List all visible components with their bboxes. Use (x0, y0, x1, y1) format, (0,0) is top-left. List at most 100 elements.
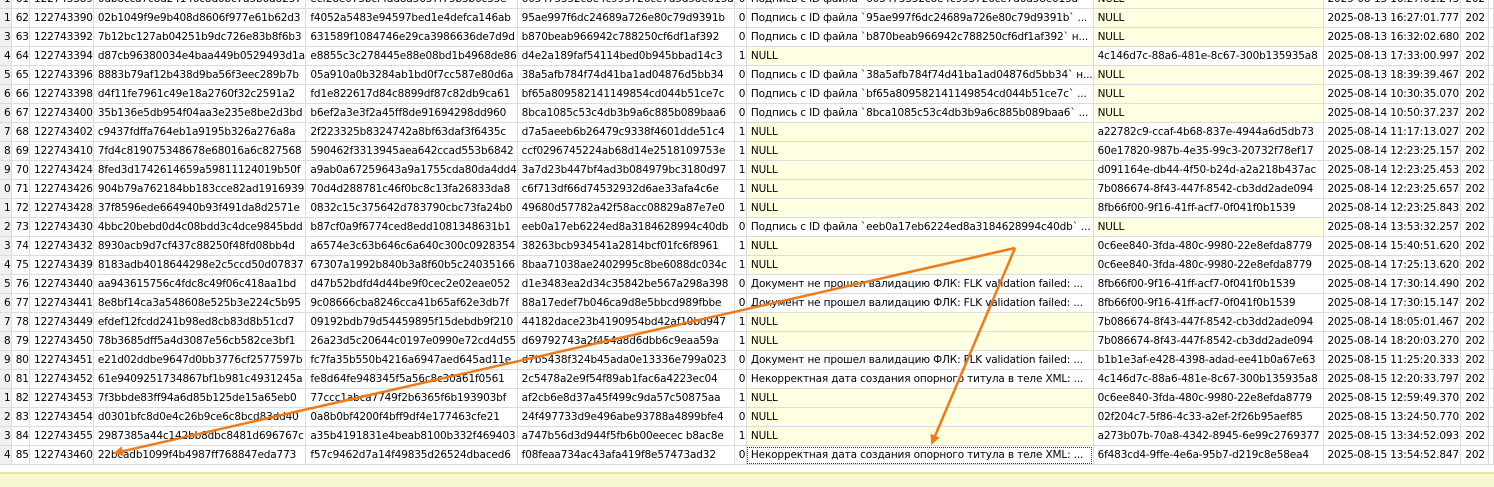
date-cell[interactable]: 202 (1460, 160, 1489, 180)
date-cell[interactable]: 202 (1460, 0, 1489, 9)
hash-cell-1[interactable]: 904b79a762184bb183cce82ad1916939 (93, 179, 307, 199)
note-cell[interactable]: Подпись с ID файла `eeb0a17eb6224ed8a318… (746, 217, 1094, 237)
flag-cell[interactable]: 0 (734, 217, 747, 237)
row-number[interactable]: 76 (11, 274, 30, 294)
note-cell[interactable]: NULL (746, 426, 1094, 446)
row-number[interactable]: 83 (11, 407, 30, 427)
hash-cell-3[interactable]: 8baa71038ae2402995c8be6088dc034c (517, 255, 735, 275)
row-selector[interactable]: 3 (0, 426, 12, 446)
date-cell[interactable]: 202 (1460, 27, 1489, 47)
created-at-cell[interactable]: 2025-08-13 16:27:01.777 (1323, 8, 1462, 28)
date-cell[interactable]: 202 (1460, 8, 1489, 28)
row-selector[interactable]: 9 (0, 350, 12, 370)
hash-cell-1[interactable]: 4bbc20bebd0d4c08bdd3c4dce9845bdd (93, 217, 307, 237)
hash-cell-2[interactable]: 26a23d5c20644c0197e0990e72cd4d55 (305, 331, 518, 351)
date-cell[interactable]: 202 (1460, 293, 1489, 313)
row-selector[interactable]: 1 (0, 388, 12, 408)
date-cell[interactable]: 202 (1460, 445, 1489, 465)
date-cell[interactable]: 202 (1460, 236, 1489, 256)
row-selector[interactable]: 3 (0, 236, 12, 256)
hash-cell-3[interactable]: bf65a809582141149854cd044b51ce7c (517, 84, 735, 104)
ref-cell[interactable]: 4c146d7c-88a6-481e-8c67-300b135935a8 (1093, 46, 1324, 66)
row-selector[interactable]: 0 (0, 179, 12, 199)
hash-cell-2[interactable]: fc7fa35b550b4216a6947aed645ad11e (305, 350, 518, 370)
row-id[interactable]: 122743396 (29, 65, 94, 85)
row-selector[interactable]: 4 (0, 445, 12, 465)
date-cell[interactable]: 202 (1460, 198, 1489, 218)
flag-cell[interactable]: 0 (734, 274, 747, 294)
table-row[interactable]: 6 67 122743400 35b136e5db954f04aa3e235e8be2… (0, 103, 1494, 123)
date-cell[interactable]: 202 (1460, 331, 1489, 351)
created-at-cell[interactable]: 2025-08-14 12:23:25.657 (1323, 179, 1462, 199)
created-at-cell[interactable]: 2025-08-14 17:30:14.490 (1323, 274, 1462, 294)
table-row[interactable]: 1 72 122743428 37f8596ede664940b93f491da8d2… (0, 198, 1494, 218)
note-cell[interactable]: NULL (746, 255, 1094, 275)
note-cell[interactable]: NULL (746, 160, 1094, 180)
note-cell[interactable]: NULL (746, 388, 1094, 408)
note-cell[interactable]: Документ не прошел валидацию ФЛК: FLK va… (746, 293, 1094, 313)
created-at-cell[interactable]: 2025-08-14 12:23:25.157 (1323, 141, 1462, 161)
date-cell[interactable]: 202 (1460, 388, 1489, 408)
created-at-cell[interactable]: 2025-08-13 16:32:02.680 (1323, 27, 1462, 47)
table-row[interactable]: 3 63 122743392 7b12bc127ab04251b9dc726e83b8… (0, 27, 1494, 47)
row-number[interactable]: 71 (11, 179, 30, 199)
row-selector[interactable]: 9 (0, 160, 12, 180)
created-at-cell[interactable]: 2025-08-14 12:23:25.843 (1323, 198, 1462, 218)
note-cell[interactable]: NULL (746, 179, 1094, 199)
row-id[interactable]: 122743451 (29, 350, 94, 370)
row-number[interactable]: 69 (11, 141, 30, 161)
hash-cell-1[interactable]: d87cb96380034e4baa449b0529493d1a (93, 46, 307, 66)
hash-cell-3[interactable]: a747b56d3d944f5fb6b00eecec b8ac8e (517, 426, 735, 446)
row-selector[interactable]: 1 (0, 8, 12, 28)
row-id[interactable]: 122743402 (29, 122, 94, 142)
row-selector[interactable]: 3 (0, 27, 12, 47)
table-row[interactable]: 1 62 122743390 02b1049f9e9b408d8606f977e61b… (0, 8, 1494, 28)
created-at-cell[interactable]: 2025-08-14 18:20:03.270 (1323, 331, 1462, 351)
row-selector[interactable]: 6 (0, 84, 12, 104)
flag-cell[interactable]: 1 (734, 141, 747, 161)
hash-cell-3[interactable]: 2c5478a2e9f54f89ab1fac6a4223ec04 (517, 369, 735, 389)
row-id[interactable]: 122743390 (29, 8, 94, 28)
hash-cell-3[interactable]: c6f713df66d74532932d6ae33afa4c6e (517, 179, 735, 199)
hash-cell-1[interactable]: 8fed3d1742614659a59811124019b50f (93, 160, 307, 180)
table-row[interactable]: 4 85 122743460 22bcadb1099f4b4987ff768847ed… (0, 445, 1494, 465)
created-at-cell[interactable]: 2025-08-15 12:59:49.370 (1323, 388, 1462, 408)
hash-cell-3[interactable]: b870beab966942c788250cf6df1af392 (517, 27, 735, 47)
results-grid[interactable]: 1611227433890db8cca7c8d24146c8d0bc7a5b6d… (0, 0, 1494, 472)
note-cell[interactable]: NULL (746, 407, 1094, 427)
hash-cell-2[interactable]: 67307a1992b840b3a8f60b5c24035166 (305, 255, 518, 275)
row-number[interactable]: 62 (11, 8, 30, 28)
hash-cell-1[interactable]: 7f3bbde83ff94a6d85b125de15a65eb0 (93, 388, 307, 408)
hash-cell-1[interactable]: 8183adb4018644298e2c5ccd50d07837 (93, 255, 307, 275)
row-number[interactable]: 72 (11, 198, 30, 218)
row-id[interactable]: 122743452 (29, 369, 94, 389)
note-cell[interactable]: NULL (746, 46, 1094, 66)
table-row[interactable]: 4 75 122743439 8183adb4018644298e2c5ccd50d0… (0, 255, 1494, 275)
date-cell[interactable]: 202 (1460, 369, 1489, 389)
date-cell[interactable]: 202 (1460, 274, 1489, 294)
created-at-cell[interactable]: 2025-08-14 18:05:01.467 (1323, 312, 1462, 332)
date-cell[interactable]: 202 (1460, 426, 1489, 446)
flag-cell[interactable]: 0 (734, 8, 747, 28)
hash-cell-1[interactable]: 61e9409251734867bf1b981c4931245a (93, 369, 307, 389)
created-at-cell[interactable]: 2025-08-14 10:50:37.237 (1323, 103, 1462, 123)
flag-cell[interactable]: 1 (734, 236, 747, 256)
row-number[interactable]: 77 (11, 293, 30, 313)
hash-cell-3[interactable]: 95ae997f6dc24689a726e80c79d9391b (517, 8, 735, 28)
flag-cell[interactable]: 0 (734, 65, 747, 85)
table-row[interactable]: 9 80 122743451 e21d02ddbe9647d0bb3776cf2577… (0, 350, 1494, 370)
date-cell[interactable]: 202 (1460, 179, 1489, 199)
hash-cell-1[interactable]: 78b3685dff5a4d3087e56cb582ce3bf1 (93, 331, 307, 351)
row-id[interactable]: 122743455 (29, 426, 94, 446)
row-id[interactable]: 122743439 (29, 255, 94, 275)
created-at-cell[interactable]: 2025-08-15 12:20:33.797 (1323, 369, 1462, 389)
row-id[interactable]: 122743430 (29, 217, 94, 237)
flag-cell[interactable]: 1 (734, 388, 747, 408)
note-cell[interactable]: Подпись с ID файла `95ae997f6dc24689a726… (746, 8, 1094, 28)
flag-cell[interactable]: 0 (734, 103, 747, 123)
table-row[interactable]: 3 84 122743455 2987385a44c142bb8dbc8481d696… (0, 426, 1494, 446)
note-cell[interactable]: NULL (746, 236, 1094, 256)
row-selector[interactable]: 6 (0, 103, 12, 123)
table-row[interactable]: 5 76 122743440 aa943615756c4fdc8c49f06c418a… (0, 274, 1494, 294)
note-cell[interactable]: NULL (746, 312, 1094, 332)
